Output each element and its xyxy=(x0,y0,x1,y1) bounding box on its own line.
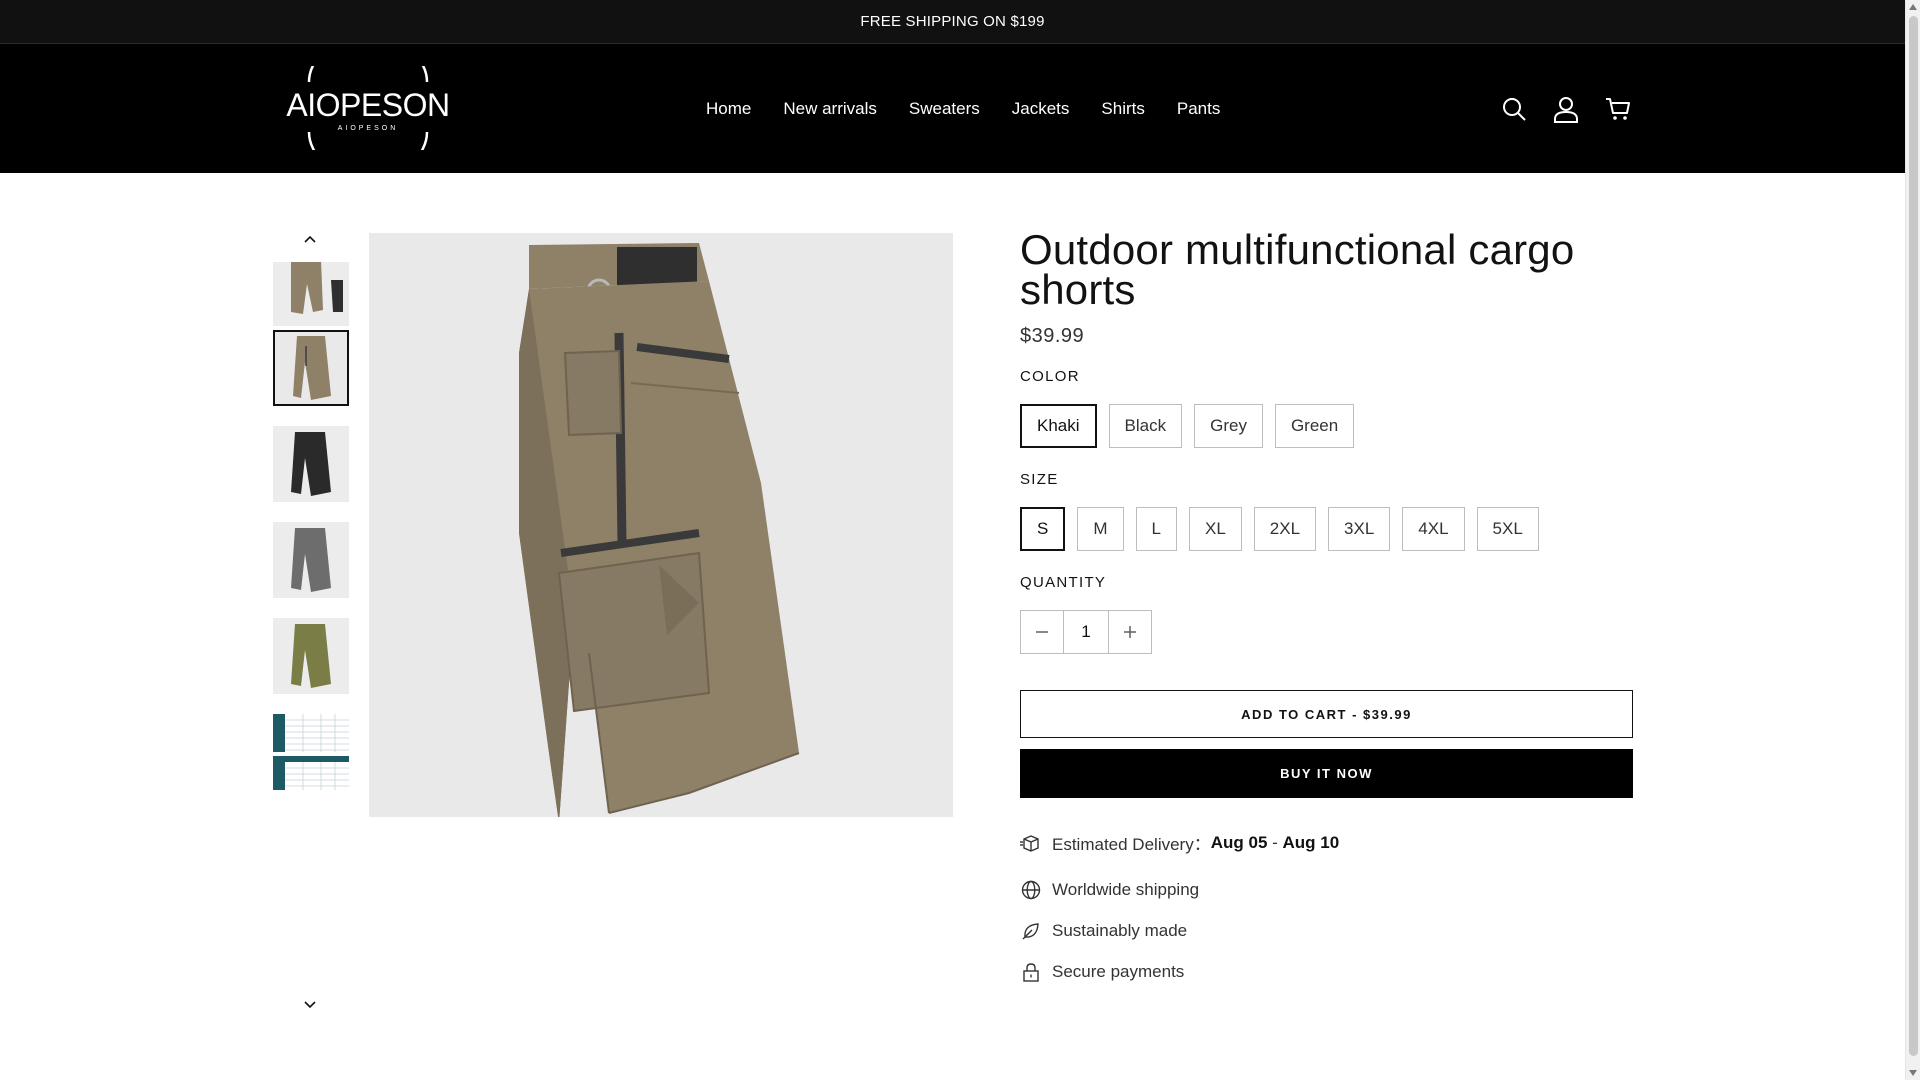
nav-sweaters[interactable]: Sweaters xyxy=(909,99,980,119)
worldwide-shipping: Worldwide shipping xyxy=(1020,879,1634,901)
globe-icon xyxy=(1020,879,1042,901)
scroll-up-arrow[interactable] xyxy=(1909,4,1917,10)
delivery-label: Estimated Delivery： xyxy=(1052,835,1211,854)
buy-now-button[interactable]: BUY IT NOW xyxy=(1020,749,1633,798)
announcement-text: FREE SHIPPING ON $199 xyxy=(860,13,1045,30)
quantity-stepper xyxy=(1020,610,1152,654)
nav-jackets[interactable]: Jackets xyxy=(1012,99,1070,119)
size-option-3xl[interactable]: 3XL xyxy=(1328,507,1391,551)
color-option-green[interactable]: Green xyxy=(1274,404,1355,448)
size-option-5xl[interactable]: 5XL xyxy=(1476,507,1539,551)
estimated-delivery: Estimated Delivery： Aug 05 - Aug 10 xyxy=(1020,830,1634,855)
plus-icon xyxy=(1124,626,1136,638)
quantity-input[interactable] xyxy=(1064,611,1108,653)
size-option-m[interactable]: M xyxy=(1077,507,1124,551)
delivery-to-date: Aug 10 xyxy=(1282,832,1340,852)
secure-payments-text: Secure payments xyxy=(1052,962,1185,981)
quantity-increase-button[interactable] xyxy=(1108,611,1151,653)
thumbnail-size-chart[interactable] xyxy=(273,714,349,790)
color-option-black[interactable]: Black xyxy=(1108,404,1183,448)
svg-text:AIOPESON: AIOPESON xyxy=(286,87,449,123)
brand-logo[interactable]: AIOPESON AIOPESON xyxy=(273,35,463,179)
lock-icon xyxy=(1020,961,1042,983)
nav-new-arrivals[interactable]: New arrivals xyxy=(783,99,877,119)
delivery-separator: - xyxy=(1267,832,1283,852)
sustainably-made: Sustainably made xyxy=(1020,920,1634,942)
account-icon[interactable] xyxy=(1552,95,1580,123)
color-option-khaki[interactable]: Khaki xyxy=(1020,404,1097,448)
nav-shirts[interactable]: Shirts xyxy=(1101,99,1144,119)
thumbnail-list xyxy=(273,262,349,792)
thumbnail-khaki-back[interactable] xyxy=(273,262,349,326)
thumbnail-grey[interactable] xyxy=(273,522,349,598)
scroll-down-arrow[interactable] xyxy=(1909,1070,1917,1076)
package-icon xyxy=(1020,832,1042,854)
announcement-bar: FREE SHIPPING ON $199 xyxy=(0,0,1905,44)
size-option-l[interactable]: L xyxy=(1135,507,1177,551)
thumbnail-prev-button[interactable] xyxy=(298,229,322,249)
size-option-2xl[interactable]: 2XL xyxy=(1253,507,1317,551)
svg-text:AIOPESON: AIOPESON xyxy=(338,125,399,132)
minus-icon xyxy=(1036,631,1048,633)
nav-home[interactable]: Home xyxy=(706,99,751,119)
thumbnail-next-button[interactable] xyxy=(298,995,322,1015)
main-nav: Home New arrivals Sweaters Jackets Shirt… xyxy=(690,44,1236,173)
color-option-grey[interactable]: Grey xyxy=(1194,404,1263,448)
worldwide-shipping-text: Worldwide shipping xyxy=(1052,880,1200,899)
size-option-s[interactable]: S xyxy=(1020,507,1066,551)
leaf-icon xyxy=(1020,920,1042,942)
page-scrollbar[interactable] xyxy=(1905,0,1920,1080)
size-option-4xl[interactable]: 4XL xyxy=(1402,507,1465,551)
chevron-down-icon xyxy=(304,1001,316,1009)
product-main-image[interactable] xyxy=(369,233,953,817)
search-icon[interactable] xyxy=(1500,95,1528,123)
product-info: Outdoor multifunctional cargo shorts $39… xyxy=(1020,226,1634,983)
color-options: Khaki Black Grey Green xyxy=(1020,404,1634,448)
add-to-cart-button[interactable]: ADD TO CART - $39.99 xyxy=(1020,690,1633,738)
product-title: Outdoor multifunctional cargo shorts xyxy=(1020,226,1575,313)
nav-pants[interactable]: Pants xyxy=(1177,99,1220,119)
color-label: COLOR xyxy=(1020,368,1080,385)
chevron-up-icon xyxy=(304,235,316,243)
thumbnail-green[interactable] xyxy=(273,618,349,694)
product-price: $39.99 xyxy=(1020,325,1085,347)
size-option-xl[interactable]: XL xyxy=(1188,507,1242,551)
secure-payments: Secure payments xyxy=(1020,961,1634,983)
scrollbar-thumb[interactable] xyxy=(1909,16,1918,1056)
thumbnail-khaki[interactable] xyxy=(273,330,349,406)
site-header: AIOPESON AIOPESON Home New arrivals Swea… xyxy=(0,35,1905,179)
quantity-label: QUANTITY xyxy=(1020,574,1107,591)
size-label: SIZE xyxy=(1020,471,1059,488)
header-actions xyxy=(1500,44,1656,173)
sustainably-made-text: Sustainably made xyxy=(1052,921,1188,940)
size-options: S M L XL 2XL 3XL 4XL 5XL xyxy=(1020,507,1634,551)
cart-icon[interactable] xyxy=(1604,95,1632,123)
thumbnail-black[interactable] xyxy=(273,426,349,502)
quantity-decrease-button[interactable] xyxy=(1021,611,1064,653)
delivery-from-date: Aug 05 xyxy=(1210,832,1268,852)
